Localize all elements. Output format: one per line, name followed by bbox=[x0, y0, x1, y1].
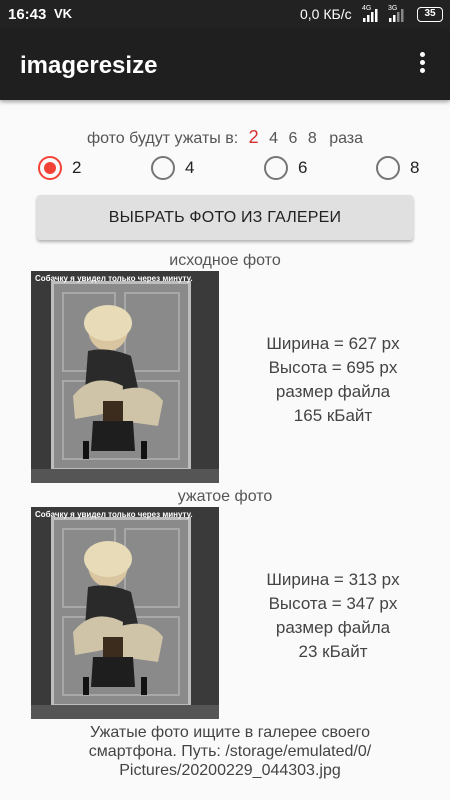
status-bar: 16:43 VK 0,0 КБ/с 4G 3G 35 bbox=[0, 0, 450, 30]
network-speed: 0,0 КБ/с bbox=[300, 6, 352, 22]
radio-label: 8 bbox=[410, 158, 420, 177]
radio-unchecked-icon bbox=[376, 156, 400, 180]
radio-checked-icon bbox=[38, 156, 62, 180]
person-figure bbox=[73, 305, 163, 459]
ratio-option-4: 4 bbox=[269, 130, 279, 147]
compressed-size-label: размер файла bbox=[275, 618, 391, 637]
footer-line-1: Ужатые фото ищите в галерее своего bbox=[90, 724, 370, 741]
vk-icon: VK bbox=[54, 6, 73, 21]
original-width: Ширина = 627 px bbox=[266, 334, 400, 353]
status-time: 16:43 bbox=[8, 6, 47, 23]
footer-line-2: смартфона. Путь: /storage/emulated/0/ bbox=[88, 743, 372, 760]
radio-label: 4 bbox=[185, 158, 195, 177]
ratio-option-6: 6 bbox=[288, 130, 298, 147]
radio-unchecked-icon bbox=[264, 156, 288, 180]
footer-line-3: Pictures/20200229_044303.jpg bbox=[119, 762, 341, 779]
original-photo-caption: исходное фото bbox=[169, 252, 281, 269]
compressed-height: Высота = 347 px bbox=[268, 594, 398, 613]
battery-icon: 35 bbox=[417, 7, 443, 22]
select-from-gallery-button[interactable]: ВЫБРАТЬ ФОТО ИЗ ГАЛЕРЕИ bbox=[37, 195, 413, 240]
ratio-option-8: 8 bbox=[307, 130, 317, 147]
compressed-photo-caption: ужатое фото bbox=[177, 488, 273, 505]
ratio-option-2: 2 bbox=[248, 127, 259, 147]
original-photo: Собачку я увидел только через минуту. bbox=[31, 271, 219, 483]
app-title: imageresize bbox=[20, 52, 158, 79]
compression-ratio-text: фото будут ужаты в: 2 4 6 8 раза bbox=[0, 127, 450, 148]
signal-icon bbox=[363, 9, 378, 22]
original-height: Высота = 695 px bbox=[268, 358, 398, 377]
original-size-label: размер файла bbox=[275, 382, 391, 401]
compressed-size: 23 кБайт bbox=[298, 642, 368, 661]
save-path-text: Ужатые фото ищите в галерее своего смарт… bbox=[60, 723, 400, 780]
compressed-photo-info: Ширина = 313 px Высота = 347 px размер ф… bbox=[233, 568, 433, 664]
signal-icon-2 bbox=[389, 9, 404, 22]
ratio-prefix: фото будут ужаты в: bbox=[86, 130, 239, 147]
original-size: 165 кБайт bbox=[293, 406, 373, 425]
radio-unchecked-icon bbox=[151, 156, 175, 180]
app-bar: imageresize bbox=[0, 30, 450, 100]
photo-overlay-text: Собачку я увидел только через минуту. bbox=[35, 274, 193, 283]
compressed-photo: Собачку я увидел только через минуту. bbox=[31, 507, 219, 719]
ratio-suffix: раза bbox=[329, 130, 364, 147]
photo-overlay-text: Собачку я увидел только через минуту. bbox=[35, 510, 193, 519]
person-figure bbox=[73, 541, 163, 695]
radio-label: 6 bbox=[298, 158, 308, 177]
radio-label: 2 bbox=[72, 158, 82, 177]
original-photo-info: Ширина = 627 px Высота = 695 px размер ф… bbox=[233, 332, 433, 428]
more-vert-icon[interactable] bbox=[412, 52, 432, 80]
compressed-width: Ширина = 313 px bbox=[266, 570, 400, 589]
